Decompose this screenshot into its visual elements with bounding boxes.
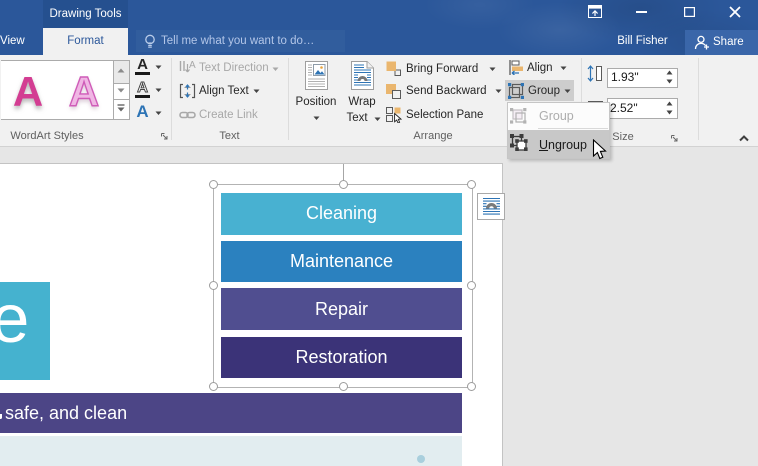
svg-text:A: A xyxy=(189,60,196,71)
